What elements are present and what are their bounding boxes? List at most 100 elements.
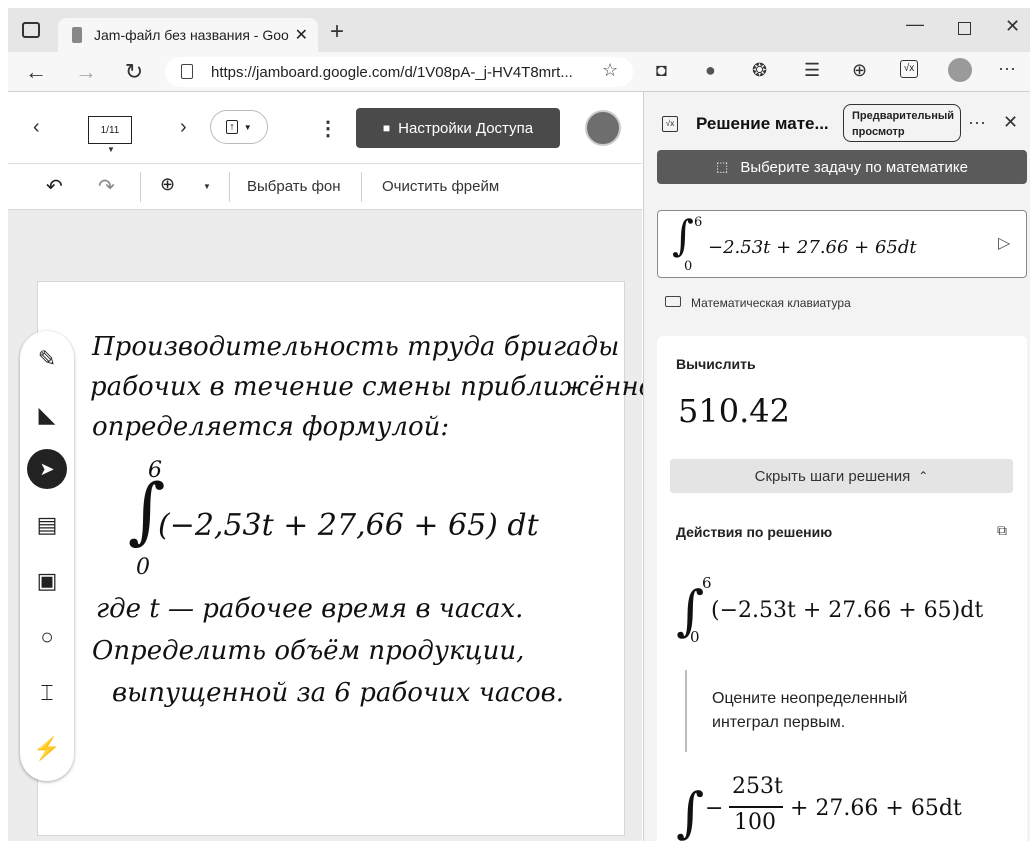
- step-divider: [685, 670, 687, 752]
- crop-icon: ⬚: [716, 159, 729, 174]
- reload-icon[interactable]: ↻: [120, 58, 148, 86]
- preview-badge-line2: просмотр: [852, 126, 905, 138]
- share-button-label: Настройки Доступа: [398, 119, 534, 137]
- solution-steps-label: Действия по решению: [676, 524, 833, 540]
- minimize-icon[interactable]: —: [906, 14, 924, 35]
- tab-title: Jam-файл без названия - Google: [94, 27, 289, 43]
- text-box-tool-icon[interactable]: ⌶: [20, 671, 74, 715]
- more-menu-icon[interactable]: ···: [998, 58, 1016, 79]
- frame-dropdown-icon[interactable]: ▼: [107, 145, 115, 154]
- handwriting-integrand: (−2,53t + 27,66 + 65) dt: [158, 508, 539, 543]
- handwriting-line-7: выпущенной за 6 рабочих часов.: [112, 678, 565, 708]
- sticky-note-tool-icon[interactable]: ▤: [20, 503, 74, 547]
- handwriting-line-5: где t — рабочее время в часах.: [96, 594, 524, 624]
- chevron-down-icon: ▼: [243, 122, 252, 132]
- select-problem-button[interactable]: ⬚ Выберите задачу по математике: [657, 150, 1027, 184]
- upload-button[interactable]: ↑ ▼: [210, 110, 268, 144]
- lock-icon: ■: [382, 121, 391, 135]
- step1-expression: (−2.53t + 27.66 + 65)dt: [711, 598, 984, 623]
- upload-icon: ↑: [226, 120, 238, 134]
- open-external-icon[interactable]: ⧉: [997, 522, 1007, 539]
- step2-integral-sign: ∫: [676, 781, 705, 844]
- jam-frame[interactable]: [37, 281, 625, 836]
- redo-icon[interactable]: ↷: [98, 174, 115, 199]
- handwriting-line-3: определяется формулой:: [92, 412, 450, 442]
- handwriting-line-2: рабочих в течение смены приближённо: [90, 372, 655, 402]
- more-vert-icon[interactable]: ⋮: [318, 116, 338, 141]
- input-integral-sign: ∫: [672, 211, 694, 260]
- pen-tool-icon[interactable]: ✎: [20, 337, 74, 381]
- handwriting-line-1: Производительность труда бригады: [92, 332, 620, 362]
- step-note-line2: интеграл первым.: [712, 714, 846, 731]
- step1-lower-limit: 0: [690, 628, 700, 646]
- clear-frame-button[interactable]: Очистить фрейм: [382, 178, 499, 195]
- tools-palette: ✎ ◣ ➤ ▤ ▣ ○ ⌶ ⚡: [20, 331, 74, 781]
- math-keyboard-link[interactable]: Математическая клавиатура: [691, 296, 851, 310]
- favorites-star-icon[interactable]: ☆: [602, 60, 618, 81]
- new-tab-icon[interactable]: +: [330, 18, 344, 46]
- set-background-button[interactable]: Выбрать фон: [247, 178, 341, 195]
- math-input-field[interactable]: ∫ 6 0 −2.53t + 27.66 + 65dt ▷: [657, 210, 1027, 278]
- submit-arrow-icon[interactable]: ▷: [998, 233, 1010, 253]
- zoom-dropdown-icon[interactable]: ▼: [203, 182, 211, 191]
- step1-upper-limit: 6: [702, 574, 712, 592]
- preview-badge-line1: Предварительный: [852, 110, 954, 122]
- maximize-icon[interactable]: [958, 22, 971, 35]
- prev-frame-icon[interactable]: ‹: [33, 116, 40, 139]
- panel-close-icon[interactable]: ✕: [1003, 112, 1018, 133]
- extension-icon[interactable]: ◘: [656, 60, 667, 81]
- forward-icon[interactable]: →: [72, 58, 100, 86]
- math-solver-logo-icon: √x: [662, 116, 678, 132]
- url-text: https://jamboard.google.com/d/1V08pA-_j-…: [211, 63, 573, 81]
- result-value: 510.42: [678, 392, 790, 430]
- sidebar-toggle-icon[interactable]: [22, 22, 40, 38]
- url-input[interactable]: https://jamboard.google.com/d/1V08pA-_j-…: [165, 57, 633, 87]
- compute-label: Вычислить: [676, 356, 756, 372]
- math-solver-icon[interactable]: √x: [900, 60, 918, 78]
- handwriting-lower-limit: 0: [136, 555, 150, 580]
- laser-tool-icon[interactable]: ⚡: [20, 727, 74, 771]
- profile-avatar[interactable]: [948, 58, 972, 82]
- frame-counter: 1/11: [100, 124, 120, 136]
- select-problem-label: Выберите задачу по математике: [740, 158, 968, 176]
- user-avatar[interactable]: [585, 110, 621, 146]
- close-window-icon[interactable]: ✕: [1005, 16, 1020, 37]
- back-icon[interactable]: ←: [22, 58, 50, 86]
- drop-icon[interactable]: ●: [705, 60, 716, 81]
- panel-title: Решение мате...: [696, 114, 829, 133]
- jamboard-favicon-icon: [72, 27, 82, 43]
- eraser-tool-icon[interactable]: ◣: [20, 393, 74, 437]
- browser-tab[interactable]: Jam-файл без названия - Google ✕: [58, 18, 318, 52]
- puzzle-icon[interactable]: ❂: [752, 60, 767, 81]
- collections-icon[interactable]: ⊕: [852, 60, 867, 81]
- divider: [140, 172, 141, 202]
- input-upper-limit: 6: [694, 215, 703, 230]
- frame-bar-button[interactable]: 1/11: [88, 116, 132, 144]
- fraction-bar: [729, 806, 783, 808]
- next-frame-icon[interactable]: ›: [180, 116, 187, 139]
- step2-rest: + 27.66 + 65dt: [790, 796, 962, 821]
- step2-denominator: 100: [734, 810, 776, 835]
- input-expression: −2.53t + 27.66 + 65dt: [708, 237, 917, 258]
- panel-more-icon[interactable]: ···: [968, 112, 986, 133]
- hide-steps-button[interactable]: Скрыть шаги решения ⌃: [670, 459, 1013, 493]
- chevron-up-icon: ⌃: [918, 469, 929, 483]
- site-info-icon[interactable]: [181, 64, 193, 79]
- shape-tool-icon[interactable]: ○: [20, 615, 74, 659]
- step2-numerator: 253t: [732, 774, 783, 799]
- zoom-icon[interactable]: ⊕: [160, 174, 175, 195]
- close-tab-icon[interactable]: ✕: [295, 25, 308, 45]
- share-button[interactable]: ■ Настройки Доступа: [356, 108, 560, 148]
- favorites-list-icon[interactable]: ☰: [804, 60, 820, 81]
- handwriting-line-6: Определить объём продукции,: [92, 636, 525, 666]
- image-tool-icon[interactable]: ▣: [20, 559, 74, 603]
- divider: [361, 172, 362, 202]
- undo-icon[interactable]: ↶: [46, 174, 63, 199]
- step2-minus: −: [705, 796, 724, 821]
- preview-badge: Предварительный просмотр: [843, 104, 961, 142]
- select-tool-icon[interactable]: ➤: [20, 447, 74, 491]
- step-note-line1: Оцените неопределенный: [712, 690, 908, 707]
- divider: [229, 172, 230, 202]
- input-lower-limit: 0: [684, 259, 693, 274]
- keyboard-icon[interactable]: [665, 296, 681, 307]
